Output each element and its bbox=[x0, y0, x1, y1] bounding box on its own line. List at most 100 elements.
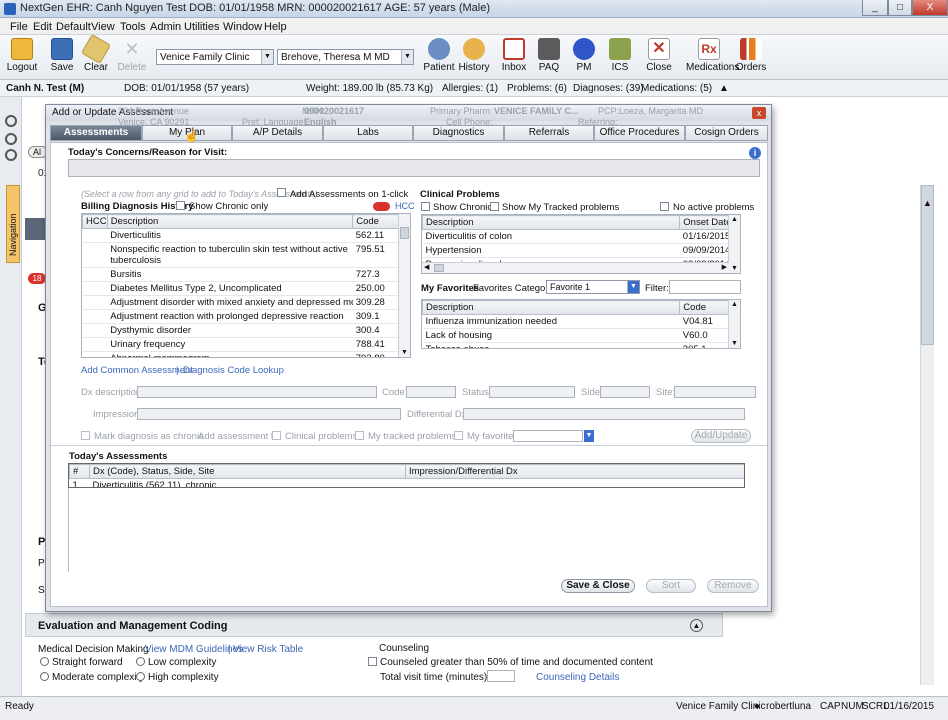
location-select[interactable]: Venice Family Clinic ▼ bbox=[156, 49, 274, 65]
table-row[interactable]: Tobacco abuse305.1 bbox=[422, 342, 740, 348]
my-tracked-checkbox[interactable] bbox=[355, 431, 364, 440]
close-window-button[interactable]: X bbox=[912, 0, 948, 16]
impression-input[interactable] bbox=[137, 408, 401, 420]
table-row[interactable]: Influenza immunization needed V04.81 bbox=[422, 314, 740, 329]
menu-view[interactable]: View bbox=[91, 21, 115, 33]
menu-utilities[interactable]: Utilities bbox=[184, 21, 219, 33]
tab-diagnostics[interactable]: Diagnostics bbox=[413, 125, 504, 141]
scroll-down-arrow-icon[interactable]: ▼ bbox=[731, 340, 738, 347]
billing-scrollbar[interactable]: ▼ bbox=[398, 214, 410, 357]
table-row[interactable]: Urinary frequency 788.41 bbox=[82, 337, 410, 352]
orders-button[interactable]: Orders bbox=[731, 38, 771, 73]
table-row[interactable]: Adjustment reaction with prolonged depre… bbox=[82, 309, 410, 324]
clear-button[interactable]: Clear bbox=[76, 33, 116, 73]
clinical-problems-checkbox[interactable] bbox=[272, 431, 281, 440]
provider-select[interactable]: Brehove, Theresa M MD ▼ bbox=[277, 49, 414, 65]
favorites-target-select[interactable] bbox=[513, 430, 583, 442]
site-select[interactable] bbox=[674, 386, 756, 398]
scroll-right-arrow-icon[interactable]: ▶ bbox=[722, 263, 727, 271]
tab-office-procedures[interactable]: Office Procedures bbox=[594, 125, 685, 141]
navigation-tab[interactable]: Navigation bbox=[6, 185, 20, 263]
add-one-click-checkbox[interactable] bbox=[277, 188, 286, 197]
chevron-down-icon[interactable]: ▼ bbox=[584, 430, 594, 442]
col-impression[interactable]: Impression/Differential Dx bbox=[405, 464, 744, 479]
table-row[interactable]: Nonspecific reaction to tuberculin skin … bbox=[82, 242, 410, 268]
save-close-button[interactable]: Save & Close bbox=[561, 579, 635, 593]
table-row[interactable]: Dysthymic disorder 300.4 bbox=[82, 323, 410, 338]
ics-button[interactable]: ICS bbox=[600, 38, 640, 73]
scroll-thumb[interactable] bbox=[921, 185, 934, 345]
tab-ap-details[interactable]: A/P Details bbox=[232, 125, 323, 141]
table-row[interactable]: Adjustment disorder with mixed anxiety a… bbox=[82, 295, 410, 310]
info-icon[interactable]: i bbox=[749, 147, 761, 159]
collapse-arrow-icon[interactable]: ▲ bbox=[719, 83, 729, 94]
diagnosis-code-lookup-link[interactable]: Diagnosis Code Lookup bbox=[183, 365, 284, 376]
tab-labs[interactable]: Labs bbox=[323, 125, 413, 141]
scroll-up-arrow-icon[interactable]: ▲ bbox=[731, 301, 738, 308]
table-row[interactable]: Diabetes Mellitus Type 2, Uncomplicated 2… bbox=[82, 281, 410, 296]
scroll-down-arrow-icon[interactable]: ▼ bbox=[401, 349, 408, 356]
history-button[interactable]: History bbox=[454, 38, 494, 73]
table-row[interactable]: Bursitis 727.3 bbox=[82, 267, 410, 282]
high-complexity-radio[interactable] bbox=[136, 672, 145, 681]
table-row[interactable]: Abnormal mammogram793.80 bbox=[82, 351, 410, 357]
total-visit-input[interactable] bbox=[487, 670, 515, 682]
tab-cosign-orders[interactable]: Cosign Orders bbox=[685, 125, 768, 141]
mark-chronic-checkbox[interactable] bbox=[81, 431, 90, 440]
col-problem-description[interactable]: Description bbox=[422, 215, 681, 230]
maximize-button[interactable]: □ bbox=[888, 0, 912, 16]
favorites-scrollbar[interactable]: ▲ ▼ bbox=[728, 300, 740, 348]
dialog-close-button[interactable]: x bbox=[752, 107, 766, 119]
table-row[interactable]: Lack of housing V60.0 bbox=[422, 328, 740, 343]
straight-forward-radio[interactable] bbox=[40, 657, 49, 666]
logout-button[interactable]: Logout bbox=[2, 38, 42, 73]
no-active-problems-checkbox[interactable] bbox=[660, 202, 669, 211]
inbox-button[interactable]: Inbox bbox=[494, 38, 534, 73]
col-dx[interactable]: Dx (Code), Status, Side, Site bbox=[89, 464, 406, 479]
paq-button[interactable]: PAQ bbox=[529, 38, 569, 73]
problems-scrollbar[interactable]: ▲ ▼ bbox=[728, 215, 740, 273]
col-fav-description[interactable]: Description bbox=[422, 300, 681, 315]
home-icon[interactable] bbox=[25, 218, 45, 240]
add-update-button[interactable]: Add/Update bbox=[691, 429, 751, 443]
menu-file[interactable]: File bbox=[10, 21, 28, 33]
scroll-up-arrow-icon[interactable]: ▲ bbox=[923, 198, 932, 208]
side-select[interactable] bbox=[600, 386, 650, 398]
code-input[interactable] bbox=[406, 386, 456, 398]
table-row[interactable]: 1 Diverticulitis (562.11), chronic bbox=[69, 478, 744, 487]
differential-input[interactable] bbox=[463, 408, 745, 420]
my-favorites-checkbox[interactable] bbox=[454, 431, 463, 440]
tool-icon[interactable] bbox=[5, 133, 17, 145]
table-row[interactable]: Diverticulitis of colon 01/16/2015 bbox=[422, 229, 740, 244]
tool-icon[interactable] bbox=[5, 115, 17, 127]
risk-table-link[interactable]: View Risk Table bbox=[233, 644, 303, 655]
problems-link[interactable]: Problems: (6) bbox=[507, 83, 567, 94]
minimize-button[interactable]: _ bbox=[862, 0, 888, 16]
moderate-complexity-radio[interactable] bbox=[40, 672, 49, 681]
fav-category-select[interactable]: Favorite 1 ▼ bbox=[546, 280, 640, 294]
medications-link[interactable]: Medications: (5) bbox=[641, 83, 712, 94]
menu-help[interactable]: Help bbox=[264, 21, 287, 33]
menu-edit[interactable]: Edit bbox=[33, 21, 52, 33]
scroll-thumb[interactable] bbox=[434, 264, 444, 272]
remove-button[interactable]: Remove bbox=[707, 579, 759, 593]
low-complexity-radio[interactable] bbox=[136, 657, 145, 666]
table-row[interactable]: Hypertension 09/09/2014 bbox=[422, 243, 740, 258]
collapse-section-icon[interactable]: ▲ bbox=[690, 619, 703, 632]
menu-window[interactable]: Window bbox=[223, 21, 262, 33]
col-hcc[interactable]: HCC bbox=[82, 214, 108, 229]
patient-button[interactable]: Patient bbox=[419, 38, 459, 73]
allergies-link[interactable]: Allergies: (1) bbox=[442, 83, 498, 94]
status-select[interactable] bbox=[489, 386, 575, 398]
col-number[interactable]: # bbox=[69, 464, 90, 479]
col-description[interactable]: Description bbox=[106, 214, 354, 229]
counseled-checkbox[interactable] bbox=[368, 657, 377, 666]
counseling-details-link[interactable]: Counseling Details bbox=[536, 672, 619, 683]
menu-tools[interactable]: Tools bbox=[120, 21, 146, 33]
dx-description-input[interactable] bbox=[137, 386, 377, 398]
diagnoses-link[interactable]: Diagnoses: (39) bbox=[573, 83, 644, 94]
main-vertical-scrollbar[interactable] bbox=[920, 185, 934, 685]
problems-hscrollbar[interactable]: ◀ ▶ bbox=[422, 262, 729, 273]
filter-input[interactable] bbox=[669, 280, 741, 294]
delete-button[interactable]: ✕ Delete bbox=[112, 38, 152, 73]
